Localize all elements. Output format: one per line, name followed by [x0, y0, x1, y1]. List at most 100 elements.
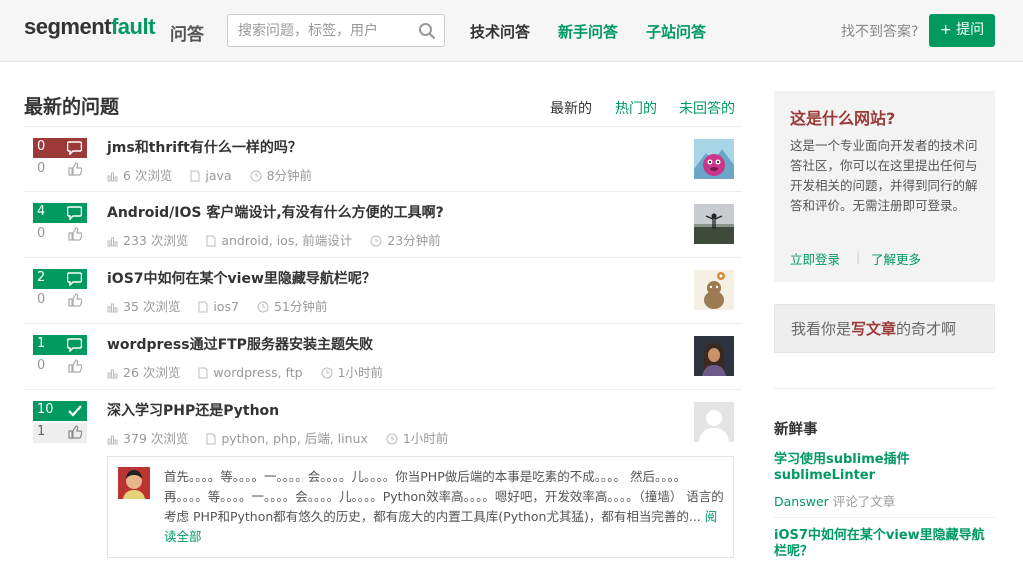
views-icon: [107, 172, 118, 182]
writer-text-post: 的奇才啊: [896, 320, 957, 338]
nav-tech-qa[interactable]: 技术问答: [470, 21, 530, 42]
answer-preview-text: 首先。。。。等。。。。一。。。。会。。。。儿。。。。你当PHP做后端的本事是吃素…: [164, 467, 724, 547]
thumbs-up-icon: [68, 293, 82, 307]
answer-count: 1: [37, 336, 46, 351]
question-item: 0 0 jms和thrift有什么一样的吗？ 6 次浏览 java 8分钟前: [24, 126, 742, 192]
thumbs-up-icon: [68, 162, 82, 176]
avatar[interactable]: [694, 204, 734, 244]
view-count: 6 次浏览: [123, 168, 173, 183]
vote-count-badge: 0: [33, 291, 87, 311]
question-time: 23分钟前: [387, 233, 441, 248]
question-item: 10 1 深入学习PHP还是Python 379 次浏览 python, php…: [24, 390, 742, 456]
question-meta: 26 次浏览 wordpress, ftp 1小时前: [107, 362, 397, 381]
vote-count-badge: 1: [33, 423, 87, 443]
question-time: 1小时前: [402, 431, 449, 446]
question-item: 4 0 Android/IOS 客户端设计,有没有什么方便的工具啊? 233 次…: [24, 192, 742, 258]
tab-newest[interactable]: 最新的: [550, 98, 592, 118]
question-meta: 233 次浏览 android, ios, 前端设计 23分钟前: [107, 230, 455, 249]
comment-icon: [67, 272, 82, 286]
clock-icon: [386, 433, 398, 445]
answer-count: 4: [37, 204, 46, 219]
divider: [774, 517, 995, 518]
about-site-box: 这是什么网站? 这是一个专业面向开发者的技术问答社区，你可以在这里提出任何与开发…: [774, 91, 995, 282]
vote-count-badge: 0: [33, 160, 87, 180]
news-item-title[interactable]: iOS7中如何在某个view里隐藏导航栏呢？: [774, 528, 995, 560]
answer-preview: 首先。。。。等。。。。一。。。。会。。。。儿。。。。你当PHP做后端的本事是吃素…: [107, 456, 734, 558]
tag-icon: [198, 367, 208, 379]
search-box: [227, 14, 445, 47]
tag-icon: [206, 433, 216, 445]
question-time: 8分钟前: [266, 168, 313, 183]
answer-count: 10: [37, 402, 54, 417]
avatar[interactable]: [694, 139, 734, 179]
about-description: 这是一个专业面向开发者的技术问答社区，你可以在这里提出任何与开发相关的问题，并得…: [790, 138, 978, 213]
question-tags[interactable]: java: [205, 168, 231, 183]
question-title[interactable]: 深入学习PHP还是Python: [107, 400, 279, 420]
accepted-check-icon: [68, 405, 82, 417]
login-link[interactable]: 立即登录: [790, 249, 840, 268]
site-logo[interactable]: segmentfault: [24, 14, 155, 40]
tag-icon: [190, 170, 200, 182]
answer-count-badge: 2: [33, 269, 87, 289]
question-item: 2 0 iOS7中如何在某个view里隐藏导航栏呢？ 35 次浏览 ios7 5…: [24, 258, 742, 324]
logo-subtitle: 问答: [170, 25, 204, 45]
nav-subsite-qa[interactable]: 子站问答: [646, 21, 706, 42]
search-icon[interactable]: [418, 22, 436, 40]
answer-count-badge: 4: [33, 203, 87, 223]
news-item-title[interactable]: 学习使用sublime插件sublimeLinter: [774, 452, 974, 484]
question-item: 1 0 wordpress通过FTP服务器安装主题失败 26 次浏览 wordp…: [24, 324, 742, 390]
question-title[interactable]: iOS7中如何在某个view里隐藏导航栏呢？: [107, 268, 376, 288]
clock-icon: [321, 367, 333, 379]
vote-count-badge: 0: [33, 357, 87, 377]
vote-count-badge: 0: [33, 225, 87, 245]
views-icon: [107, 237, 118, 247]
logo-text-fault: fault: [110, 14, 155, 39]
link-divider: |: [856, 249, 861, 264]
thumbs-up-icon: [68, 425, 82, 439]
answer-count: 2: [37, 270, 46, 285]
avatar[interactable]: [694, 270, 734, 310]
nav-newbie-qa[interactable]: 新手问答: [558, 21, 618, 42]
question-list: 0 0 jms和thrift有什么一样的吗？ 6 次浏览 java 8分钟前 4…: [24, 126, 742, 456]
question-title[interactable]: jms和thrift有什么一样的吗？: [107, 137, 302, 157]
clock-icon: [250, 170, 262, 182]
tab-unanswered[interactable]: 未回答的: [679, 98, 735, 118]
question-title[interactable]: wordpress通过FTP服务器安装主题失败: [107, 334, 373, 354]
vote-count: 1: [37, 424, 46, 439]
answer-count-badge: 0: [33, 138, 87, 158]
question-tags[interactable]: wordpress, ftp: [213, 365, 302, 380]
logo-text-segment: segment: [24, 14, 111, 39]
writer-text-highlight: 写文章: [851, 320, 897, 338]
writer-text-pre: 我看你是: [791, 320, 852, 338]
vote-count: 0: [37, 161, 46, 176]
learn-more-link[interactable]: 了解更多: [871, 249, 921, 268]
comment-icon: [67, 338, 82, 352]
question-title[interactable]: Android/IOS 客户端设计,有没有什么方便的工具啊?: [107, 202, 444, 222]
divider: [774, 388, 995, 389]
view-count: 35 次浏览: [123, 299, 181, 314]
tag-icon: [206, 235, 216, 247]
avatar[interactable]: [694, 402, 734, 442]
vote-count: 0: [37, 226, 46, 241]
avatar[interactable]: [694, 336, 734, 376]
search-input[interactable]: [228, 15, 408, 46]
question-tags[interactable]: python, php, 后端, linux: [221, 431, 368, 446]
question-time: 51分钟前: [273, 299, 328, 314]
question-meta: 6 次浏览 java 8分钟前: [107, 165, 326, 184]
answer-excerpt: 首先。。。。等。。。。一。。。。会。。。。儿。。。。你当PHP做后端的本事是吃素…: [164, 469, 724, 524]
no-answer-text: 找不到答案?: [841, 24, 919, 40]
tab-hot[interactable]: 热门的: [615, 98, 657, 118]
question-tags[interactable]: ios7: [213, 299, 239, 314]
answer-count-badge: 1: [33, 335, 87, 355]
write-article-banner[interactable]: 我看你是写文章的奇才啊: [774, 304, 995, 353]
answer-count-badge: 10: [33, 401, 87, 421]
avatar[interactable]: [118, 467, 150, 499]
news-user-link[interactable]: Danswer: [774, 494, 829, 509]
view-count: 379 次浏览: [123, 431, 189, 446]
ask-question-button[interactable]: + 提问: [929, 14, 995, 47]
news-action: 评论了文章: [828, 494, 896, 509]
question-tags[interactable]: android, ios, 前端设计: [221, 233, 352, 248]
views-icon: [107, 303, 118, 313]
question-meta: 379 次浏览 python, php, 后端, linux 1小时前: [107, 428, 462, 447]
comment-icon: [67, 141, 82, 155]
